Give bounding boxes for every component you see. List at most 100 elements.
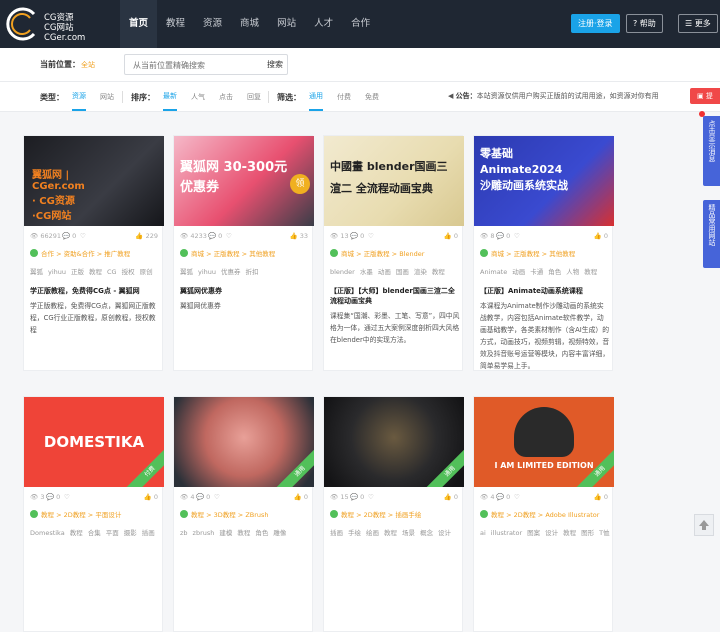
card-title[interactable]: 【正版】【大师】blender国画三渲二全流程动画宝典 [330, 286, 460, 306]
side-tab-favorites[interactable]: 精品常用网站 [703, 200, 720, 268]
category-link[interactable]: 资助&合作 [64, 250, 95, 258]
tag[interactable]: blender [330, 268, 355, 276]
tag[interactable]: 优惠券 [221, 268, 241, 276]
category-link[interactable]: 教程 [191, 511, 204, 519]
nav-tutorials[interactable]: 教程 [157, 0, 194, 48]
tag[interactable]: yihuu [48, 268, 66, 276]
card-thumbnail[interactable]: DOMESTIKA 付费 [24, 397, 164, 487]
heart-icon[interactable]: ♡ [80, 232, 86, 240]
likes-count[interactable]: 👍 229 [135, 232, 158, 240]
resource-card[interactable]: I AM LIMITED EDITION 通用 👁 4 💬 0 ♡ 👍 0 教程… [473, 396, 614, 632]
tag[interactable]: 动画 [512, 268, 525, 276]
filter-option-paid[interactable]: 付费 [337, 84, 351, 110]
category-link[interactable]: Blender [399, 250, 424, 258]
nav-cooperate[interactable]: 合作 [342, 0, 379, 48]
heart-icon[interactable]: ♡ [514, 493, 520, 501]
heart-icon[interactable]: ♡ [214, 493, 220, 501]
tag[interactable]: 教程 [432, 268, 445, 276]
category-link[interactable]: 正版教程 [214, 250, 240, 258]
tag[interactable]: 图形 [581, 529, 594, 537]
tag[interactable]: 原创 [140, 268, 153, 276]
tag[interactable]: 国画 [396, 268, 409, 276]
tag[interactable]: 角色 [255, 529, 268, 537]
category-link[interactable]: 正版教程 [514, 250, 540, 258]
card-title[interactable]: 【正版】Animate动画系统课程 [480, 286, 610, 296]
card-thumbnail[interactable]: 翼狐网 | CGer.com · CG资源·CG网站 [24, 136, 164, 226]
tag[interactable]: 概念 [420, 529, 433, 537]
likes-count[interactable]: 👍 33 [290, 232, 308, 240]
tag[interactable]: 人物 [566, 268, 579, 276]
tag[interactable]: 教程 [89, 268, 102, 276]
likes-count[interactable]: 👍 0 [294, 493, 308, 501]
category-link[interactable]: 教程 [41, 511, 54, 519]
tag[interactable]: 插画 [330, 529, 343, 537]
category-link[interactable]: 插画手绘 [395, 511, 421, 519]
category-link[interactable]: 平面设计 [95, 511, 121, 519]
resource-card[interactable]: 中國畫 blender国画三渲二 全流程动画宝典 👁 13 💬 0 ♡ 👍 0 … [323, 135, 464, 371]
category-link[interactable]: 商城 [341, 250, 354, 258]
card-title[interactable]: 学正版教程，免费得CG点 - 翼狐网 [30, 286, 160, 296]
tag[interactable]: 教程 [563, 529, 576, 537]
tag[interactable]: 正版 [71, 268, 84, 276]
tag[interactable]: 场景 [402, 529, 415, 537]
card-thumbnail[interactable]: 通用 [174, 397, 314, 487]
site-logo[interactable]: CG资源 CG网站 CGer.com [4, 6, 114, 44]
tag[interactable]: zb [180, 529, 188, 537]
type-option-resources[interactable]: 资源 [72, 83, 86, 111]
tag[interactable]: 设计 [545, 529, 558, 537]
category-link[interactable]: Adobe Illustrator [545, 511, 599, 519]
tag[interactable]: 卡通 [530, 268, 543, 276]
likes-count[interactable]: 👍 0 [144, 493, 158, 501]
nav-home[interactable]: 首页 [120, 0, 158, 48]
tag[interactable]: Domestika [30, 529, 65, 537]
category-link[interactable]: 2D教程 [364, 511, 386, 519]
category-link[interactable]: 合作 [41, 250, 54, 258]
heart-icon[interactable]: ♡ [368, 232, 374, 240]
category-link[interactable]: 2D教程 [514, 511, 536, 519]
nav-sites[interactable]: 网站 [268, 0, 305, 48]
tag[interactable]: 雕像 [273, 529, 286, 537]
resource-card[interactable]: 零基础 Animate2024 沙雕动画系统实战 👁 8 💬 0 ♡ 👍 0 商… [473, 135, 614, 371]
resource-card[interactable]: 通用 👁 4 💬 0 ♡ 👍 0 教程 > 3D教程 > ZBrush zb zb… [173, 396, 314, 632]
heart-icon[interactable]: ♡ [514, 232, 520, 240]
tag[interactable]: 教程 [70, 529, 83, 537]
category-link[interactable]: ZBrush [245, 511, 268, 519]
tag[interactable]: 折扣 [246, 268, 259, 276]
tag[interactable]: T恤 [599, 529, 609, 537]
likes-count[interactable]: 👍 0 [594, 232, 608, 240]
tag[interactable]: 绘画 [366, 529, 379, 537]
category-link[interactable]: 商城 [191, 250, 204, 258]
resource-card[interactable]: DOMESTIKA 付费 👁 3 💬 0 ♡ 👍 0 教程 > 2D教程 > 平… [23, 396, 164, 632]
heart-icon[interactable]: ♡ [368, 493, 374, 501]
tag[interactable]: 建模 [219, 529, 232, 537]
tag[interactable]: 摄影 [124, 529, 137, 537]
tag[interactable]: Animate [480, 268, 507, 276]
likes-count[interactable]: 👍 0 [594, 493, 608, 501]
category-link[interactable]: 教程 [341, 511, 354, 519]
tag[interactable]: ai [480, 529, 486, 537]
category-link[interactable]: 3D教程 [214, 511, 236, 519]
card-title[interactable]: 翼狐网优惠券 [180, 286, 310, 296]
tag[interactable]: 设计 [438, 529, 451, 537]
filter-option-free[interactable]: 免费 [365, 84, 379, 110]
card-thumbnail[interactable]: 通用 [324, 397, 464, 487]
sort-option-latest[interactable]: 最新 [163, 83, 177, 111]
help-button[interactable]: ? 帮助 [626, 14, 663, 33]
tag[interactable]: 平面 [106, 529, 119, 537]
heart-icon[interactable]: ♡ [226, 232, 232, 240]
card-thumbnail[interactable]: 中國畫 blender国画三渲二 全流程动画宝典 [324, 136, 464, 226]
sort-option-clicks[interactable]: 点击 [219, 84, 233, 110]
filter-option-general[interactable]: 通用 [309, 83, 323, 111]
tag[interactable]: 手绘 [348, 529, 361, 537]
tag[interactable]: 教程 [584, 268, 597, 276]
tag[interactable]: CG [107, 268, 117, 276]
sort-option-popular[interactable]: 人气 [191, 84, 205, 110]
tag[interactable]: illustrator [491, 529, 522, 537]
tag[interactable]: 翼狐 [30, 268, 43, 276]
nav-talent[interactable]: 人才 [305, 0, 342, 48]
resource-card[interactable]: 翼狐网 | CGer.com · CG资源·CG网站 👁 66291 💬 0 ♡… [23, 135, 164, 371]
category-link[interactable]: 其他教程 [249, 250, 275, 258]
tag[interactable]: zbrush [193, 529, 215, 537]
type-option-sites[interactable]: 网站 [100, 84, 114, 110]
category-link[interactable]: 2D教程 [64, 511, 86, 519]
